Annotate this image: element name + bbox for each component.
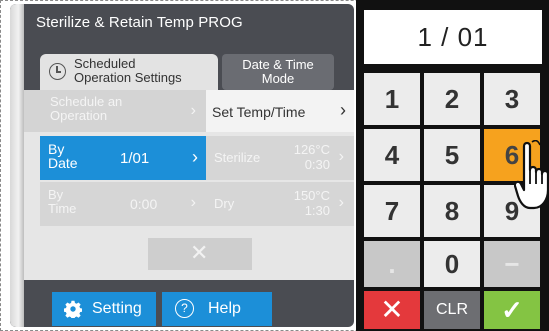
help-label: Help: [208, 300, 241, 317]
by-date-value: 1/01: [120, 150, 150, 167]
pointing-hand-icon: [514, 140, 549, 210]
by-time-label-line1: By: [48, 187, 64, 202]
key-0[interactable]: 0: [424, 241, 480, 287]
chevron-right-icon: ›: [338, 194, 344, 211]
chevron-right-icon: ›: [192, 147, 198, 167]
key-8[interactable]: 8: [424, 185, 480, 237]
sterilize-item: Sterilize 126°C 0:30 ›: [206, 136, 354, 180]
dry-temp: 150°C: [293, 188, 330, 203]
setting-button[interactable]: Setting: [52, 292, 156, 326]
key-3[interactable]: 3: [484, 73, 540, 125]
dry-label: Dry: [214, 196, 235, 211]
by-time-item: By Time 0:00 ›: [40, 182, 206, 226]
keypad-display: 1 / 01: [364, 10, 542, 64]
sterilize-temp: 126°C: [293, 142, 330, 157]
control-panel: Sterilize & Retain Temp PROG Scheduled O…: [10, 4, 354, 327]
clock-icon: [49, 63, 66, 80]
key-1[interactable]: 1: [364, 73, 420, 125]
schedule-operation-label-line2: Operation: [50, 108, 108, 123]
keypad-cancel-button[interactable]: ✕: [364, 291, 420, 329]
help-button[interactable]: ? Help: [162, 292, 272, 326]
key-minus: −: [484, 241, 540, 287]
set-temp-time-button[interactable]: Set Temp/Time ›: [206, 90, 354, 132]
sterilize-time: 0:30: [304, 157, 330, 172]
by-date-label-line2: Date: [48, 155, 78, 171]
sterilize-label: Sterilize: [214, 150, 261, 165]
schedule-operation-item: Schedule an Operation ›: [24, 90, 206, 132]
by-time-value: 0:00: [130, 196, 158, 212]
by-date-button[interactable]: By Date 1/01 ›: [40, 136, 206, 180]
tab-scheduled-label-line1: Scheduled: [74, 56, 136, 71]
tab-date-time-label-line2: Mode: [261, 71, 295, 86]
cancel-schedule-button: ✕: [148, 238, 252, 270]
keypad-confirm-button[interactable]: ✓: [484, 291, 540, 329]
tab-scheduled-label-line2: Operation Settings: [74, 70, 182, 85]
schedule-operation-label-line1: Schedule an: [50, 94, 123, 109]
chevron-right-icon: ›: [338, 148, 344, 165]
key-4[interactable]: 4: [364, 129, 420, 181]
by-time-label-line2: Time: [48, 201, 77, 216]
schedule-content: Schedule an Operation › Set Temp/Time › …: [24, 90, 354, 280]
by-date-label-line1: By: [48, 141, 65, 157]
key-decimal: .: [364, 241, 420, 287]
key-2[interactable]: 2: [424, 73, 480, 125]
setting-label: Setting: [92, 300, 142, 317]
chevron-right-icon: ›: [190, 194, 196, 211]
tab-scheduled-operation-settings[interactable]: Scheduled Operation Settings: [40, 54, 218, 90]
gear-icon: [64, 300, 82, 318]
panel-bezel: [10, 4, 24, 327]
set-temp-time-label: Set Temp/Time: [212, 104, 306, 120]
key-7[interactable]: 7: [364, 185, 420, 237]
chevron-right-icon: ›: [340, 100, 346, 120]
dry-time: 1:30: [304, 203, 330, 218]
keypad-clear-button[interactable]: CLR: [424, 291, 480, 329]
help-circle-icon: ?: [175, 299, 194, 318]
tab-date-time-label-line1: Date & Time: [242, 57, 314, 72]
key-5[interactable]: 5: [424, 129, 480, 181]
page-title: Sterilize & Retain Temp PROG: [36, 14, 243, 31]
dry-item: Dry 150°C 1:30 ›: [206, 182, 354, 226]
close-icon: ✕: [190, 241, 209, 266]
chevron-right-icon: ›: [190, 102, 196, 119]
tab-date-time-mode[interactable]: Date & Time Mode: [222, 54, 334, 90]
